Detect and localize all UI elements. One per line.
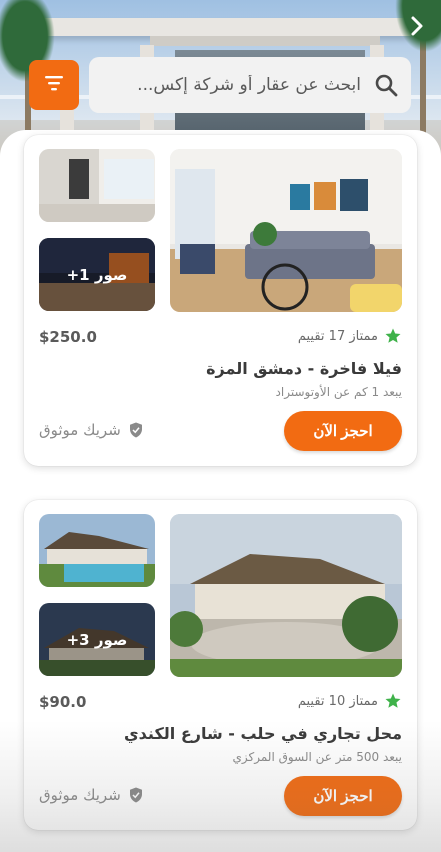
rating: ممتاز 10 تقييم (298, 692, 402, 710)
trusted-partner-badge: شريك موثوق (39, 786, 145, 804)
trusted-partner-badge: شريك موثوق (39, 421, 145, 439)
listing-subtitle: يبعد 1 كم عن الأوتوستراد (275, 385, 402, 399)
book-now-button[interactable]: احجز الآن (284, 411, 402, 451)
more-photos-label: +3 صور (39, 603, 155, 676)
listing-main-photo[interactable] (170, 514, 402, 677)
book-now-button[interactable]: احجز الآن (284, 776, 402, 816)
search-placeholder: ابحث عن عقار أو شركة إكس... (137, 75, 361, 95)
listing-main-photo[interactable] (170, 149, 402, 312)
shield-check-icon (127, 421, 145, 439)
listing-title: فيلا فاخرة - دمشق المزة (206, 359, 402, 378)
listing-price: $90.0 (39, 693, 87, 711)
filter-lines-icon (42, 71, 66, 99)
search-input[interactable]: ابحث عن عقار أو شركة إكس... (89, 57, 411, 113)
search-icon (373, 72, 399, 98)
listing-price: $250.0 (39, 328, 97, 346)
rating: ممتاز 17 تقييم (298, 327, 402, 345)
listing-card[interactable]: +3 صور ممتاز 10 تقييم $90.0 محل تجاري في… (24, 500, 417, 830)
listing-more-photos[interactable]: +1 صور (39, 238, 155, 311)
filter-button[interactable] (29, 60, 79, 110)
rating-text: ممتاز 17 تقييم (297, 328, 378, 344)
chevron-right-icon[interactable] (407, 14, 427, 38)
more-photos-label: +1 صور (39, 238, 155, 311)
trusted-partner-label: شريك موثوق (39, 421, 121, 439)
listing-thumb-photo[interactable] (39, 514, 155, 587)
star-icon (384, 327, 402, 345)
shield-check-icon (127, 786, 145, 804)
star-icon (384, 692, 402, 710)
listing-card[interactable]: +1 صور ممتاز 17 تقييم $250.0 فيلا فاخرة … (24, 135, 417, 466)
listing-thumb-photo[interactable] (39, 149, 155, 222)
rating-text: ممتاز 10 تقييم (297, 693, 378, 709)
trusted-partner-label: شريك موثوق (39, 786, 121, 804)
listing-subtitle: يبعد 500 متر عن السوق المركزي (232, 750, 402, 764)
listing-more-photos[interactable]: +3 صور (39, 603, 155, 676)
listing-title: محل تجاري في حلب - شارع الكندي (124, 724, 402, 743)
